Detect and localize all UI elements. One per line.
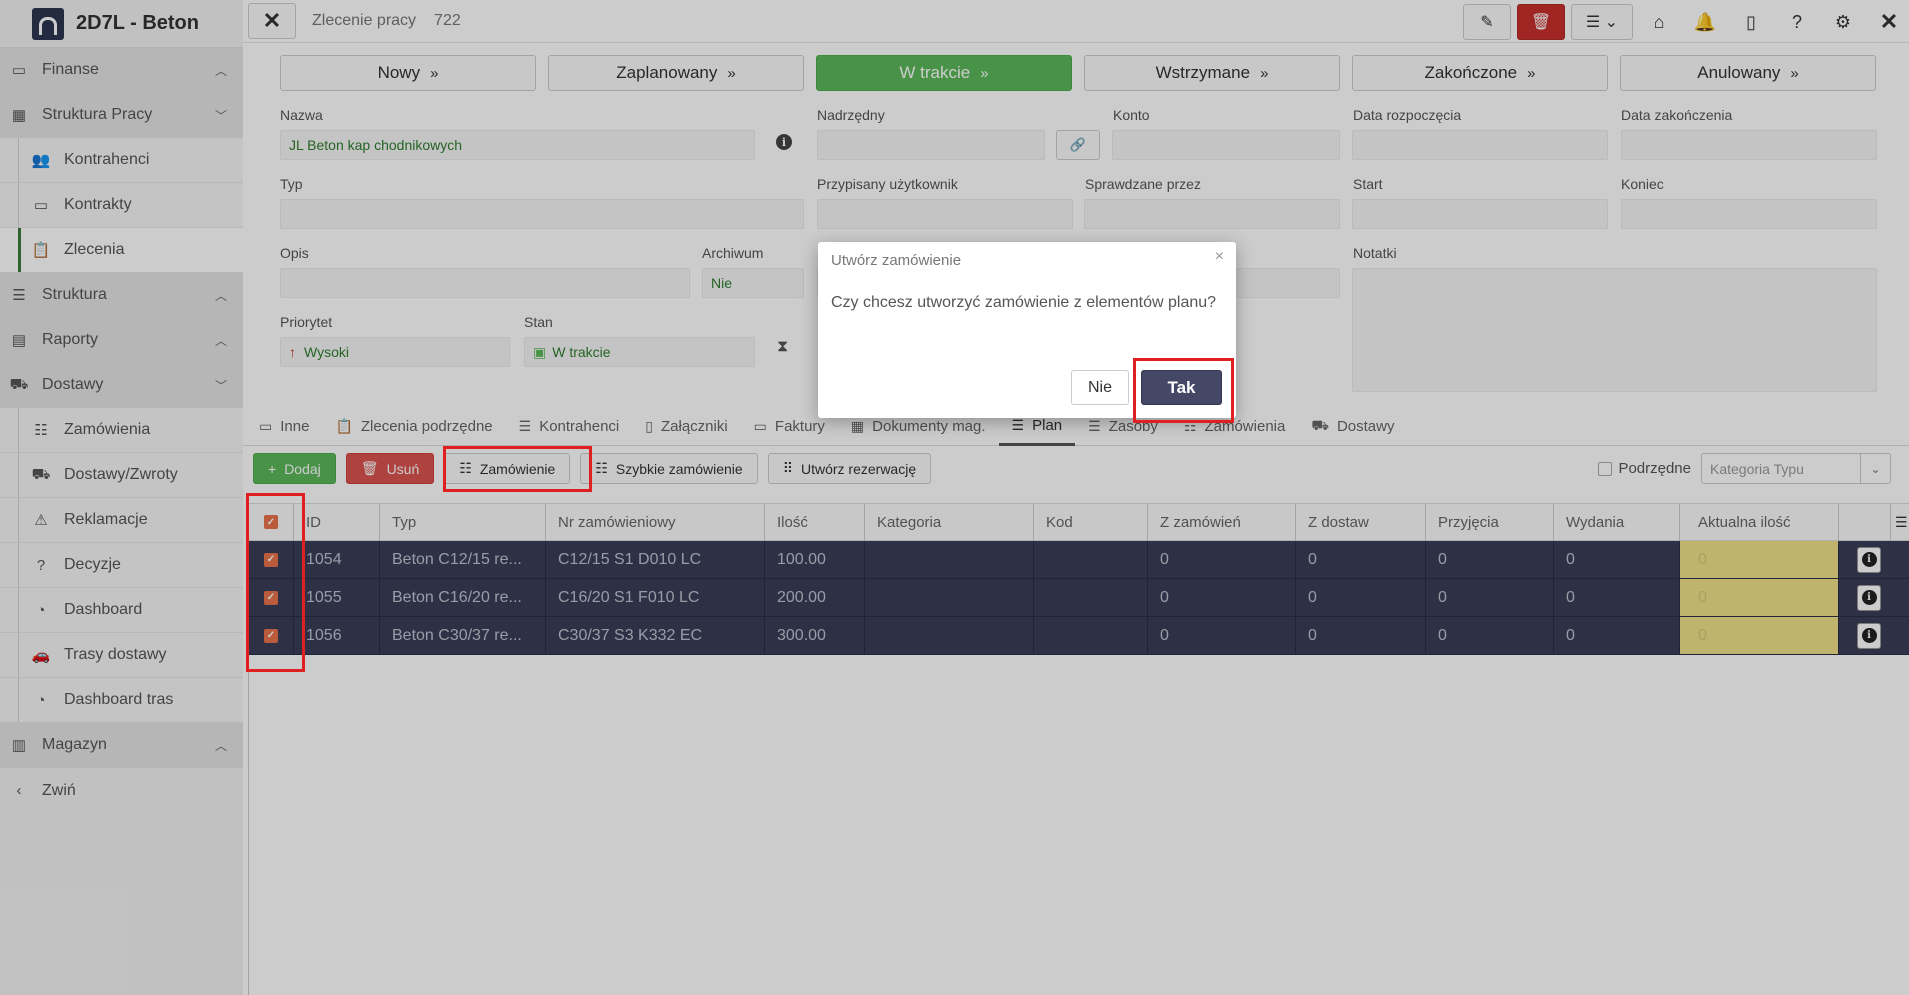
close-icon[interactable]: × [1215, 248, 1224, 266]
modal-backdrop[interactable] [0, 0, 1909, 995]
no-button[interactable]: Nie [1071, 370, 1129, 405]
create-order-dialog: Utwórz zamówienie × Czy chcesz utworzyć … [818, 242, 1236, 418]
dialog-title: Utwórz zamówienie [831, 252, 962, 269]
dialog-message: Czy chcesz utworzyć zamówienie z element… [831, 294, 1217, 311]
yes-button[interactable]: Tak [1141, 370, 1222, 405]
